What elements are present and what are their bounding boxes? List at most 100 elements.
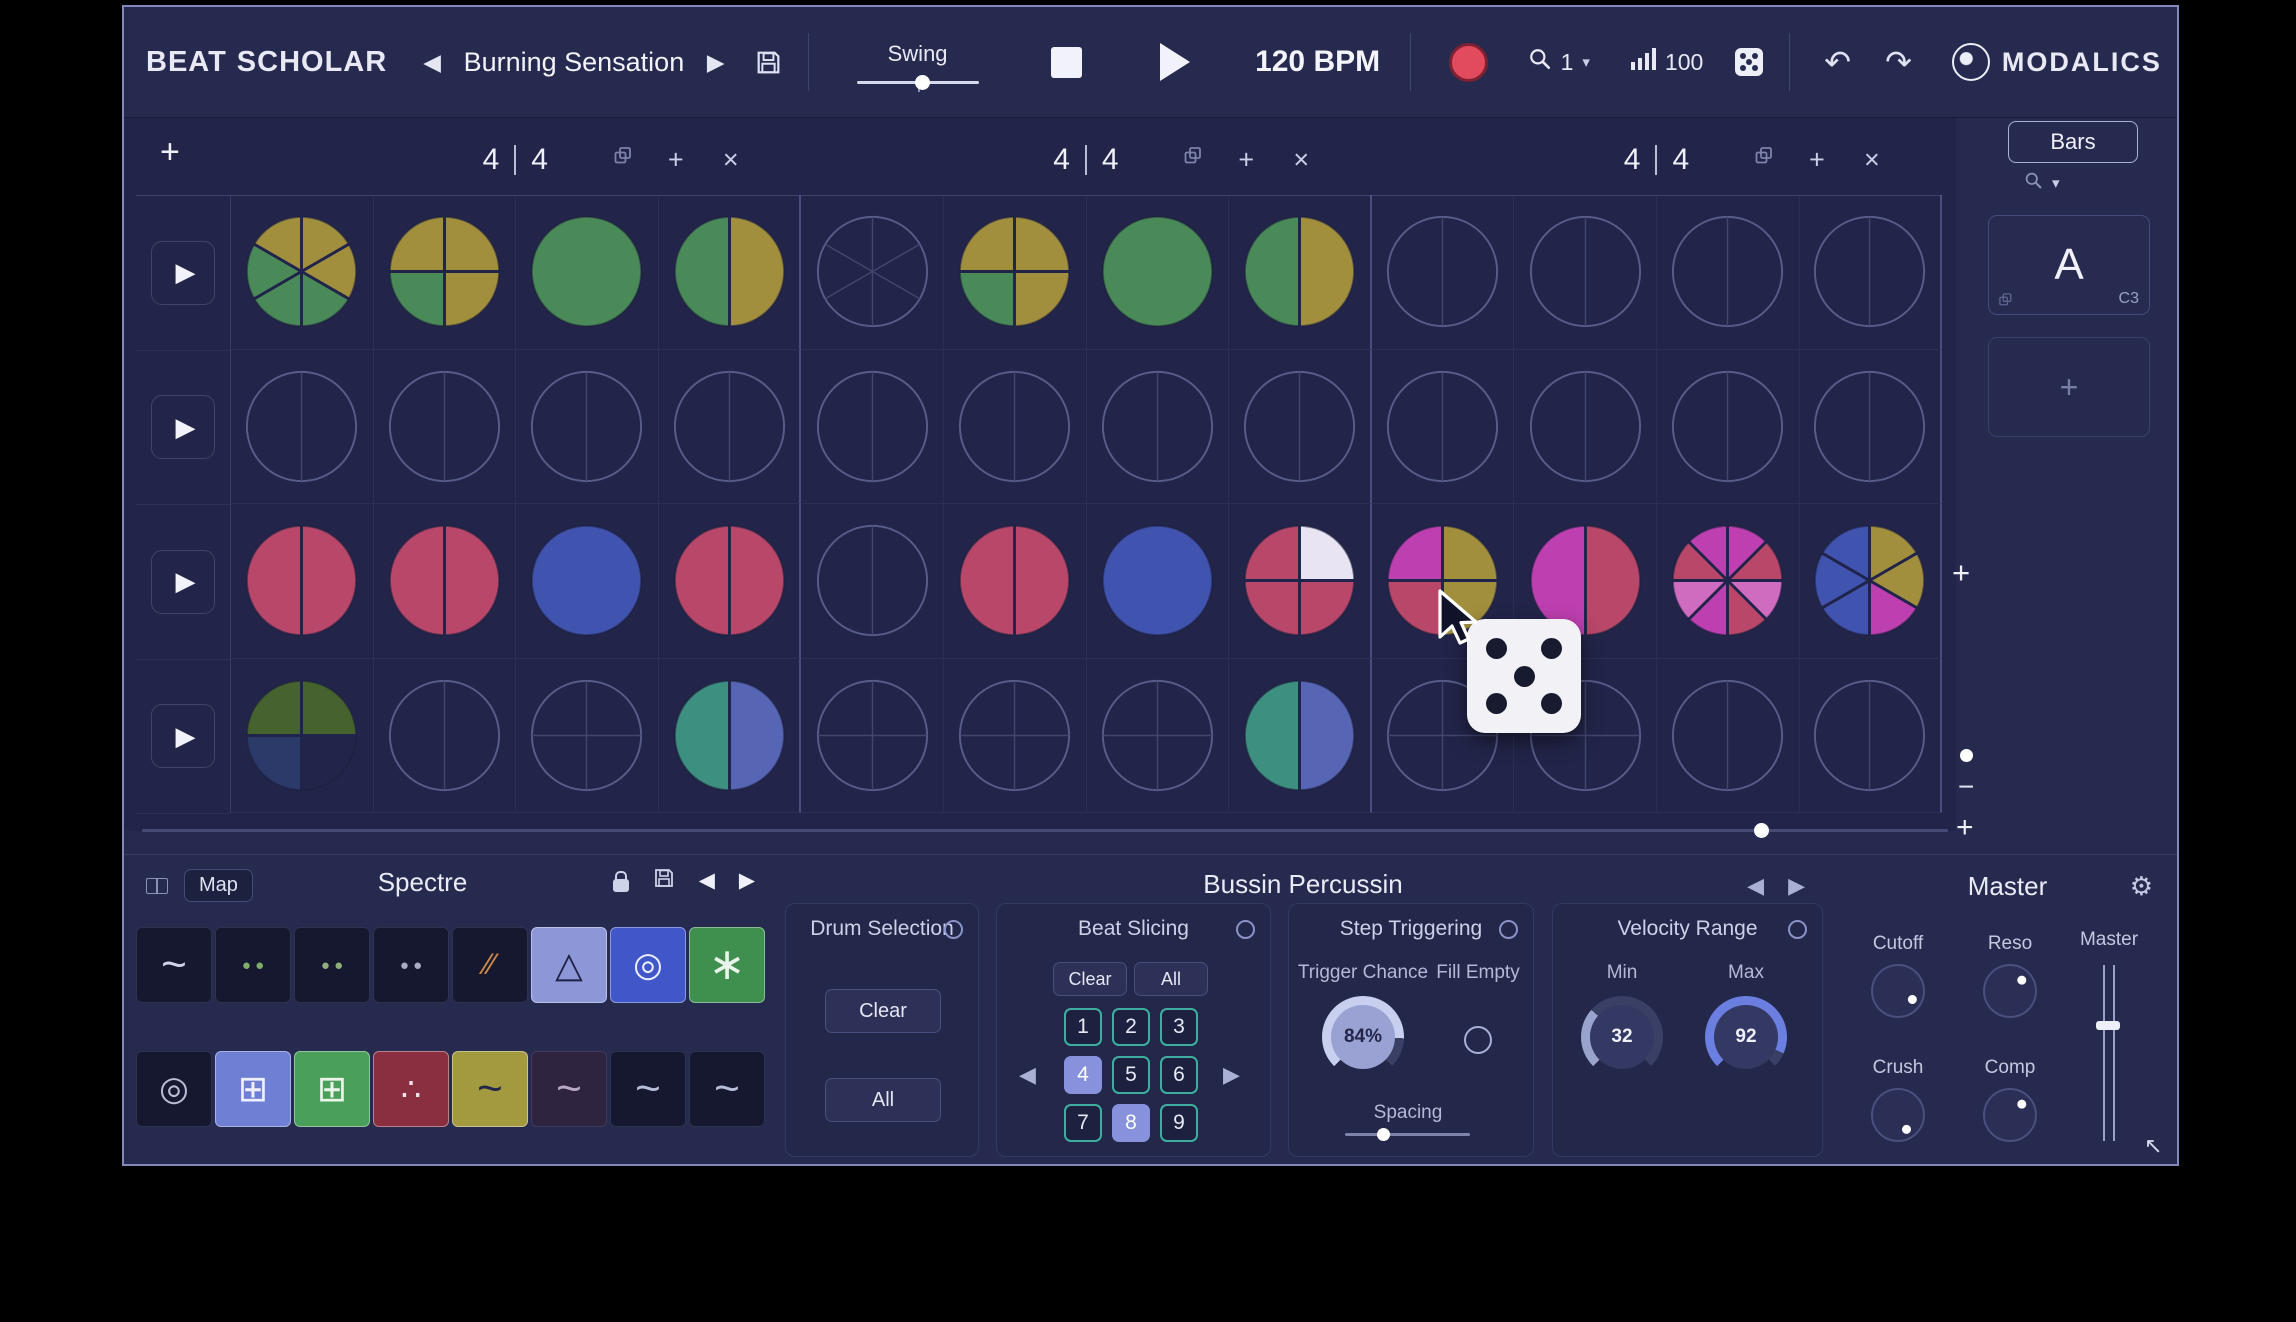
slice-next-button[interactable]: ▶ — [1223, 1062, 1240, 1088]
beat-cell[interactable] — [801, 659, 944, 814]
beat-cell[interactable] — [801, 504, 944, 659]
fill-empty-toggle[interactable] — [1464, 1026, 1492, 1054]
cutoff-knob[interactable] — [1871, 964, 1925, 1018]
slice-2-button[interactable]: 2 — [1112, 1008, 1150, 1046]
beat-cell[interactable] — [801, 195, 944, 350]
beat-cell[interactable] — [1514, 195, 1657, 350]
beat-cell[interactable] — [1800, 350, 1943, 505]
beat-cell[interactable] — [944, 350, 1087, 505]
duplicate-section-icon[interactable] — [613, 144, 633, 171]
bars-button[interactable]: Bars — [2008, 121, 2138, 163]
drum-all-button[interactable]: All — [825, 1078, 941, 1122]
add-section-icon[interactable]: + — [1238, 147, 1254, 174]
section-division[interactable]: 4 — [1102, 143, 1119, 177]
chevron-down-icon[interactable]: ▾ — [1582, 53, 1590, 71]
duplicate-section-icon[interactable] — [1754, 144, 1774, 171]
remove-section-icon[interactable]: × — [1293, 147, 1309, 174]
next-kit-button[interactable]: ▶ — [739, 868, 755, 893]
velocity-range-toggle[interactable] — [1788, 920, 1807, 939]
section-division[interactable]: 4 — [1672, 143, 1689, 177]
section-division[interactable]: 4 — [531, 143, 548, 177]
slice-6-button[interactable]: 6 — [1160, 1056, 1198, 1094]
beat-cell[interactable] — [516, 504, 659, 659]
spacing-slider[interactable] — [1345, 1133, 1470, 1136]
beat-cell[interactable] — [1800, 659, 1943, 814]
row-play-button[interactable]: ▶ — [151, 550, 215, 614]
trigger-chance-knob[interactable]: 84% — [1322, 996, 1404, 1078]
slice-3-button[interactable]: 3 — [1160, 1008, 1198, 1046]
slice-5-button[interactable]: 5 — [1112, 1056, 1150, 1094]
zoom-out-button[interactable]: − — [1958, 771, 1974, 803]
reso-knob[interactable] — [1983, 964, 2037, 1018]
spacing-slider-thumb[interactable] — [1377, 1128, 1390, 1141]
duplicate-section-icon[interactable] — [1183, 144, 1203, 171]
beat-cell[interactable] — [516, 659, 659, 814]
slice-9-button[interactable]: 9 — [1160, 1104, 1198, 1142]
play-button[interactable] — [1160, 43, 1190, 81]
beat-cell[interactable] — [659, 350, 802, 505]
beat-cell[interactable] — [1657, 504, 1800, 659]
next-song-button[interactable]: ▶ — [707, 49, 725, 76]
clap-pad[interactable]: ∴ — [373, 1051, 449, 1127]
section-beats[interactable]: 4 — [1624, 143, 1641, 177]
beat-cell[interactable] — [231, 659, 374, 814]
bpm-display[interactable]: 120 BPM — [1252, 45, 1384, 79]
drum-selection-toggle[interactable] — [944, 920, 963, 939]
beat-cell[interactable] — [659, 195, 802, 350]
rail-zoom-control[interactable]: ▾ — [2024, 171, 2060, 195]
beat-cell[interactable] — [516, 195, 659, 350]
drum-clear-button[interactable]: Clear — [825, 989, 941, 1033]
beat-cell[interactable] — [1087, 195, 1230, 350]
level-meter[interactable]: 100 — [1630, 47, 1703, 77]
beat-cell[interactable] — [801, 350, 944, 505]
horizontal-scrollbar[interactable] — [142, 829, 1948, 832]
shaker-pad[interactable]: ● ● — [215, 927, 291, 1003]
add-bar-button[interactable]: + — [1952, 555, 1970, 591]
beat-cell[interactable] — [944, 659, 1087, 814]
crush-knob[interactable] — [1871, 1088, 1925, 1142]
triangle-pad[interactable]: △ — [531, 927, 607, 1003]
beat-cell[interactable] — [1800, 195, 1943, 350]
record-button[interactable] — [1449, 43, 1488, 82]
beat-cell[interactable] — [1657, 350, 1800, 505]
row-play-button[interactable]: ▶ — [151, 241, 215, 305]
cymbal-pad[interactable]: ~ — [531, 1051, 607, 1127]
gear-icon[interactable]: ⚙ — [2130, 871, 2153, 902]
row-play-button[interactable]: ▶ — [151, 395, 215, 459]
resize-handle-icon[interactable]: ↖ — [2144, 1133, 2162, 1159]
step-triggering-toggle[interactable] — [1499, 920, 1518, 939]
add-section-icon[interactable]: + — [1809, 147, 1825, 174]
slice-1-button[interactable]: 1 — [1064, 1008, 1102, 1046]
dice-icon[interactable] — [1735, 48, 1763, 76]
pattern-slot-a[interactable]: A C3 — [1988, 215, 2150, 315]
chevron-down-icon[interactable]: ▾ — [2052, 174, 2060, 192]
swing-slider[interactable] — [857, 81, 979, 84]
beat-cell[interactable] — [374, 350, 517, 505]
add-section-icon[interactable]: + — [668, 147, 684, 174]
save-kit-icon[interactable] — [653, 867, 675, 894]
master-volume-thumb[interactable] — [2096, 1021, 2120, 1030]
beat-cell[interactable] — [374, 659, 517, 814]
velocity-max-knob[interactable]: 92 — [1705, 996, 1787, 1078]
sparkle-pad[interactable]: ∗ — [689, 927, 765, 1003]
beat-cell[interactable] — [1657, 195, 1800, 350]
beat-cell[interactable] — [1372, 350, 1515, 505]
beat-cell[interactable] — [231, 504, 374, 659]
swing-slider-thumb[interactable] — [915, 75, 930, 90]
shaker-pad[interactable]: ● ● — [373, 927, 449, 1003]
beat-slicing-toggle[interactable] — [1236, 920, 1255, 939]
beat-cell[interactable] — [1229, 195, 1372, 350]
drum-machine-pad[interactable]: ⊞ — [294, 1051, 370, 1127]
beat-cell[interactable] — [1229, 504, 1372, 659]
prev-kit-button[interactable]: ◀ — [699, 868, 715, 893]
beat-cell[interactable] — [1229, 659, 1372, 814]
stop-button[interactable] — [1051, 47, 1082, 78]
beat-cell[interactable] — [1087, 350, 1230, 505]
slice-prev-button[interactable]: ◀ — [1019, 1062, 1036, 1088]
prev-song-button[interactable]: ◀ — [423, 49, 441, 76]
remove-section-icon[interactable]: × — [723, 147, 739, 174]
beat-cell[interactable] — [659, 504, 802, 659]
row-play-button[interactable]: ▶ — [151, 704, 215, 768]
section-beats[interactable]: 4 — [483, 143, 500, 177]
shaker-pad[interactable]: ● ● — [294, 927, 370, 1003]
